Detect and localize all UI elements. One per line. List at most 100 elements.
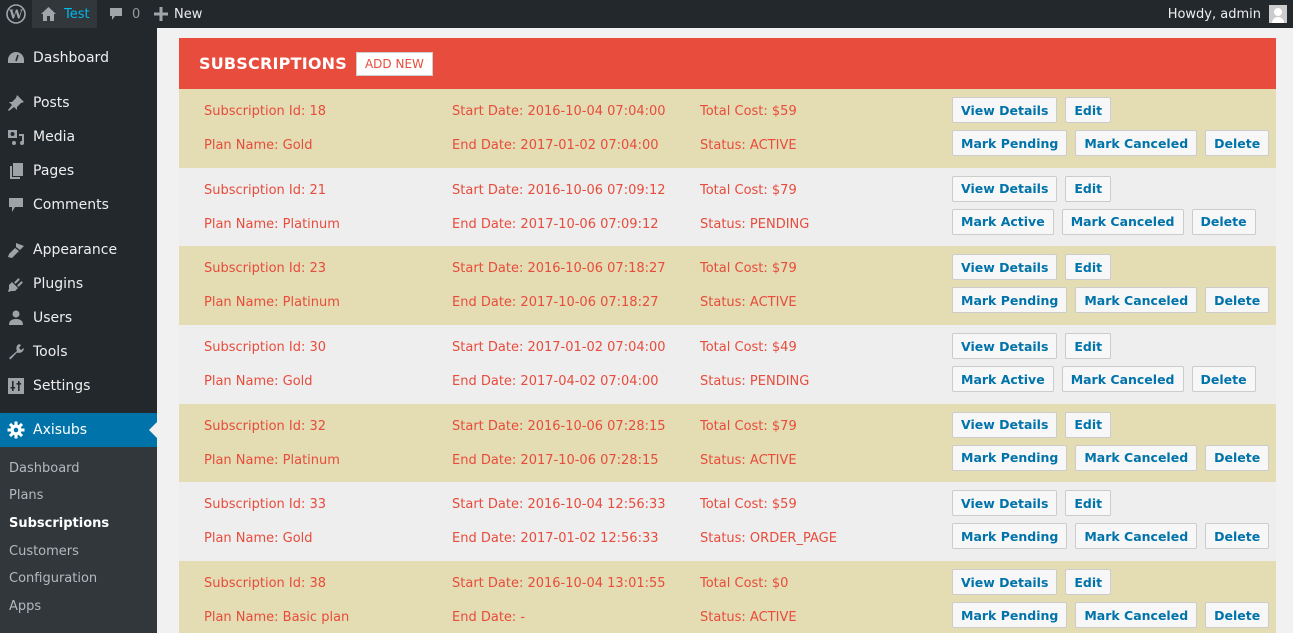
plan-name: Plan Name: Platinum	[204, 295, 340, 311]
mark-canceled-button[interactable]: Mark Canceled	[1061, 208, 1184, 235]
delete-button[interactable]: Delete	[1205, 523, 1270, 550]
total-cost: Total Cost: $49	[700, 340, 797, 356]
site-name-link[interactable]: Test	[32, 0, 97, 28]
comment-icon	[110, 8, 122, 20]
submenu-item-plans[interactable]: Plans	[9, 488, 43, 503]
status: Status: PENDING	[700, 216, 810, 232]
start-date: Start Date: 2016-10-04 07:04:00	[452, 104, 666, 119]
view-details-button[interactable]: View Details	[952, 254, 1058, 281]
sidebar-item-posts[interactable]: Posts	[0, 86, 157, 120]
row-actions-status: Mark Pending Mark Canceled Delete	[952, 130, 1270, 156]
status: Status: ACTIVE	[700, 452, 797, 468]
axisubs-submenu: Dashboard Plans Subscriptions Customers …	[0, 447, 157, 633]
add-new-button[interactable]: ADD NEW	[355, 51, 433, 76]
delete-button[interactable]: Delete	[1205, 602, 1270, 629]
edit-button[interactable]: Edit	[1065, 569, 1112, 596]
sidebar-item-dashboard[interactable]: Dashboard	[0, 41, 157, 75]
mark-status-button[interactable]: Mark Active	[952, 208, 1054, 235]
total-cost: Total Cost: $59	[700, 104, 797, 119]
subscription-id: Subscription Id: 30	[204, 340, 327, 356]
edit-button[interactable]: Edit	[1065, 97, 1112, 123]
submenu-item-apps[interactable]: Apps	[9, 599, 41, 614]
greeting: Howdy, admin	[1167, 6, 1261, 22]
edit-button[interactable]: Edit	[1065, 333, 1112, 360]
delete-button[interactable]: Delete	[1205, 444, 1270, 471]
status: Status: ORDER_PAGE	[700, 531, 837, 547]
start-date: Start Date: 2016-10-04 12:56:33	[452, 497, 666, 513]
sidebar-item-settings[interactable]: Settings	[0, 369, 157, 403]
mark-canceled-button[interactable]: Mark Canceled	[1061, 366, 1184, 393]
sidebar-item-label: Appearance	[33, 242, 118, 258]
mark-canceled-button[interactable]: Mark Canceled	[1075, 602, 1198, 629]
submenu-item-subscriptions[interactable]: Subscriptions	[9, 516, 109, 531]
sidebar-item-pages[interactable]: Pages	[0, 154, 157, 188]
start-date: Start Date: 2017-01-02 07:04:00	[452, 340, 666, 356]
subscription-id: Subscription Id: 33	[204, 497, 327, 513]
svg-text:W: W	[8, 8, 23, 22]
submenu-item-dashboard[interactable]: Dashboard	[9, 461, 80, 476]
end-date: End Date: 2017-01-02 12:56:33	[452, 531, 659, 547]
start-date: Start Date: 2016-10-06 07:18:27	[452, 261, 666, 277]
submenu-item-customers[interactable]: Customers	[9, 544, 79, 559]
plan-name: Plan Name: Gold	[204, 138, 313, 153]
row-actions-primary: View Details Edit	[952, 254, 1112, 281]
view-details-button[interactable]: View Details	[952, 411, 1058, 438]
sidebar-item-label: Dashboard	[33, 50, 109, 66]
sidebar-item-users[interactable]: Users	[0, 301, 157, 335]
edit-button[interactable]: Edit	[1065, 411, 1112, 438]
page-title: SUBSCRIPTIONS	[199, 54, 347, 73]
view-details-button[interactable]: View Details	[952, 175, 1058, 202]
row-actions-primary: View Details Edit	[952, 333, 1112, 360]
mark-status-button[interactable]: Mark Pending	[952, 444, 1068, 471]
mark-canceled-button[interactable]: Mark Canceled	[1075, 523, 1198, 550]
subscription-row: Subscription Id: 21 Plan Name: Platinum …	[179, 167, 1276, 247]
view-details-button[interactable]: View Details	[952, 569, 1058, 596]
my-account-link[interactable]: Howdy, admin	[1168, 0, 1287, 28]
row-actions-primary: View Details Edit	[952, 490, 1112, 517]
total-cost: Total Cost: $79	[700, 182, 797, 198]
sidebar-item-axisubs[interactable]: Axisubs	[0, 413, 157, 447]
wordpress-logo-button[interactable]: W	[0, 0, 32, 28]
sidebar-item-plugins[interactable]: Plugins	[0, 267, 157, 301]
comments-count: 0	[132, 6, 141, 22]
mark-canceled-button[interactable]: Mark Canceled	[1075, 287, 1198, 314]
mark-canceled-button[interactable]: Mark Canceled	[1075, 130, 1198, 156]
row-actions-primary: View Details Edit	[952, 175, 1112, 202]
sidebar-item-label: Media	[33, 129, 76, 145]
mark-status-button[interactable]: Mark Pending	[952, 602, 1068, 629]
row-actions-status: Mark Pending Mark Canceled Delete	[952, 523, 1270, 550]
end-date: End Date: 2017-10-06 07:09:12	[452, 216, 659, 232]
edit-button[interactable]: Edit	[1065, 490, 1112, 517]
sidebar-item-media[interactable]: Media	[0, 120, 157, 154]
end-date: End Date: 2017-10-06 07:18:27	[452, 295, 659, 311]
sidebar-item-label: Users	[33, 310, 73, 326]
mark-status-button[interactable]: Mark Active	[952, 366, 1054, 393]
delete-button[interactable]: Delete	[1191, 208, 1256, 235]
new-content-link[interactable]: New	[154, 0, 202, 28]
delete-button[interactable]: Delete	[1205, 287, 1270, 314]
delete-button[interactable]: Delete	[1205, 130, 1270, 156]
status: Status: PENDING	[700, 374, 810, 390]
view-details-button[interactable]: View Details	[952, 333, 1058, 360]
sidebar-item-label: Plugins	[33, 276, 84, 292]
mark-status-button[interactable]: Mark Pending	[952, 287, 1068, 314]
submenu-item-configuration[interactable]: Configuration	[9, 571, 97, 586]
mark-status-button[interactable]: Mark Pending	[952, 130, 1068, 156]
view-details-button[interactable]: View Details	[952, 490, 1058, 517]
total-cost: Total Cost: $79	[700, 418, 797, 434]
edit-button[interactable]: Edit	[1065, 175, 1112, 202]
mark-status-button[interactable]: Mark Pending	[952, 523, 1068, 550]
avatar	[1269, 5, 1287, 23]
sidebar-item-tools[interactable]: Tools	[0, 335, 157, 369]
delete-button[interactable]: Delete	[1191, 366, 1256, 393]
comments-link[interactable]: 0	[104, 0, 140, 28]
status: Status: ACTIVE	[700, 610, 797, 626]
edit-button[interactable]: Edit	[1065, 254, 1112, 281]
mark-canceled-button[interactable]: Mark Canceled	[1075, 444, 1198, 471]
sidebar-item-label: Tools	[33, 344, 68, 360]
row-actions-status: Mark Pending Mark Canceled Delete	[952, 444, 1270, 471]
site-name: Test	[64, 6, 90, 22]
view-details-button[interactable]: View Details	[952, 97, 1058, 123]
sidebar-item-appearance[interactable]: Appearance	[0, 233, 157, 267]
sidebar-item-comments[interactable]: Comments	[0, 188, 157, 222]
